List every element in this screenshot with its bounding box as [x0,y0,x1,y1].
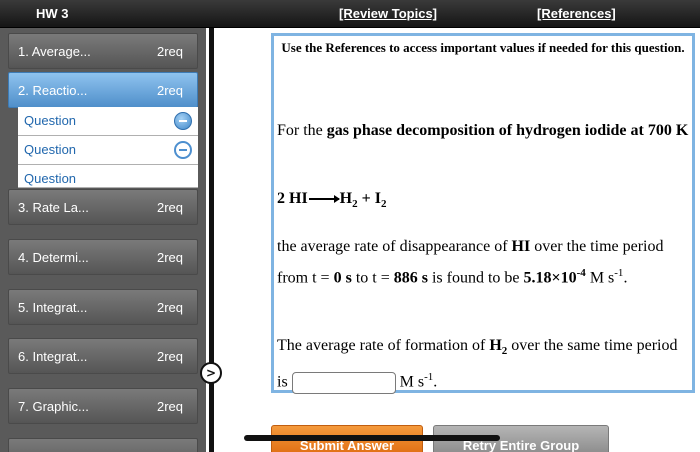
formation-question: The average rate of formation of H2 over… [277,333,692,396]
review-topics-link[interactable]: [Review Topics] [339,6,437,21]
sidebar-item-8[interactable] [8,438,198,452]
answer-input[interactable] [291,371,396,394]
question-intro: For the gas phase decomposition of hydro… [277,122,689,139]
sub-question-label: Question [24,171,77,186]
sidebar-item-label: 2. Reactio... [18,83,88,98]
sidebar-item-label: 4. Determi... [18,250,89,265]
sidebar-item-req: 2req [156,83,183,98]
sidebar-item-label: 6. Integrat... [18,349,88,364]
sidebar-item-req: 2req [156,300,183,315]
sidebar-item-4[interactable]: 4. Determi... 2req [8,239,198,275]
rate-statement: the average rate of disappearance of HI … [277,238,664,287]
sidebar-item-label: 3. Rate La... [18,200,89,215]
minus-circle-icon [174,112,192,130]
minus-circle-outline-icon [174,141,192,159]
references-link[interactable]: [References] [537,6,616,21]
sidebar-item-1[interactable]: 1. Average... 2req [8,33,198,69]
sidebar-item-7[interactable]: 7. Graphic... 2req [8,388,198,424]
sub-question-label: Question [24,142,77,157]
top-header-bar: HW 3 [Review Topics] [References] [0,0,700,28]
sidebar-item-req: 2req [156,399,183,414]
sidebar-item-6[interactable]: 6. Integrat... 2req [8,338,198,374]
sidebar-item-req: 2req [156,250,183,265]
sub-question-1[interactable]: Question [18,107,198,136]
panel-divider[interactable] [209,28,214,452]
horizontal-scrollbar[interactable] [244,435,500,441]
chevron-right-icon[interactable]: > [200,362,222,384]
references-instructions: Use the References to access important v… [281,40,685,55]
sidebar-item-2[interactable]: 2. Reactio... 2req [8,72,198,108]
sidebar-item-label: 5. Integrat... [18,300,88,315]
sidebar-item-3[interactable]: 3. Rate La... 2req [8,189,198,225]
sidebar-item-label: 7. Graphic... [18,399,89,414]
sub-question-label: Question [24,113,77,128]
sidebar-item-req: 2req [156,349,183,364]
sub-question-3[interactable]: Question [18,165,198,188]
sidebar-item-5[interactable]: 5. Integrat... 2req [8,289,198,325]
question-sidebar: 1. Average... 2req 2. Reactio... 2req Qu… [0,28,206,452]
sidebar-item-req: 2req [156,44,183,59]
assignment-title: HW 3 [36,6,69,21]
reaction-equation: 2 HI H2 + I2 [277,190,387,211]
question-panel: Use the References to access important v… [271,33,695,396]
sub-question-2[interactable]: Question [18,136,198,165]
reaction-arrow-icon [308,195,340,204]
sidebar-item-req: 2req [156,200,183,215]
sidebar-item-label: 1. Average... [18,44,91,59]
